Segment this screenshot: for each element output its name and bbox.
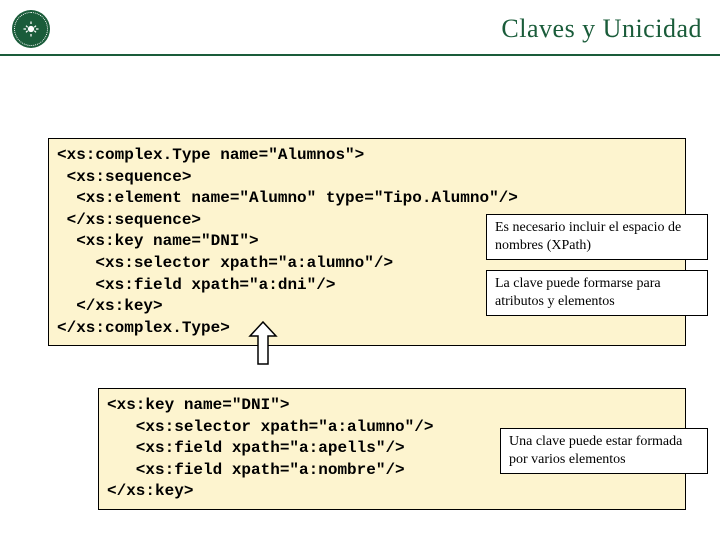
institution-logo-icon — [12, 10, 50, 48]
annotation-key-attributes: La clave puede formarse para atributos y… — [486, 270, 708, 316]
annotation-namespace: Es necesario incluir el espacio de nombr… — [486, 214, 708, 260]
annotation-multi-element: Una clave puede estar formada por varios… — [500, 428, 708, 474]
arrow-up-icon — [244, 320, 282, 374]
slide-title: Claves y Unicidad — [50, 14, 702, 44]
slide-header: Claves y Unicidad — [0, 0, 720, 56]
